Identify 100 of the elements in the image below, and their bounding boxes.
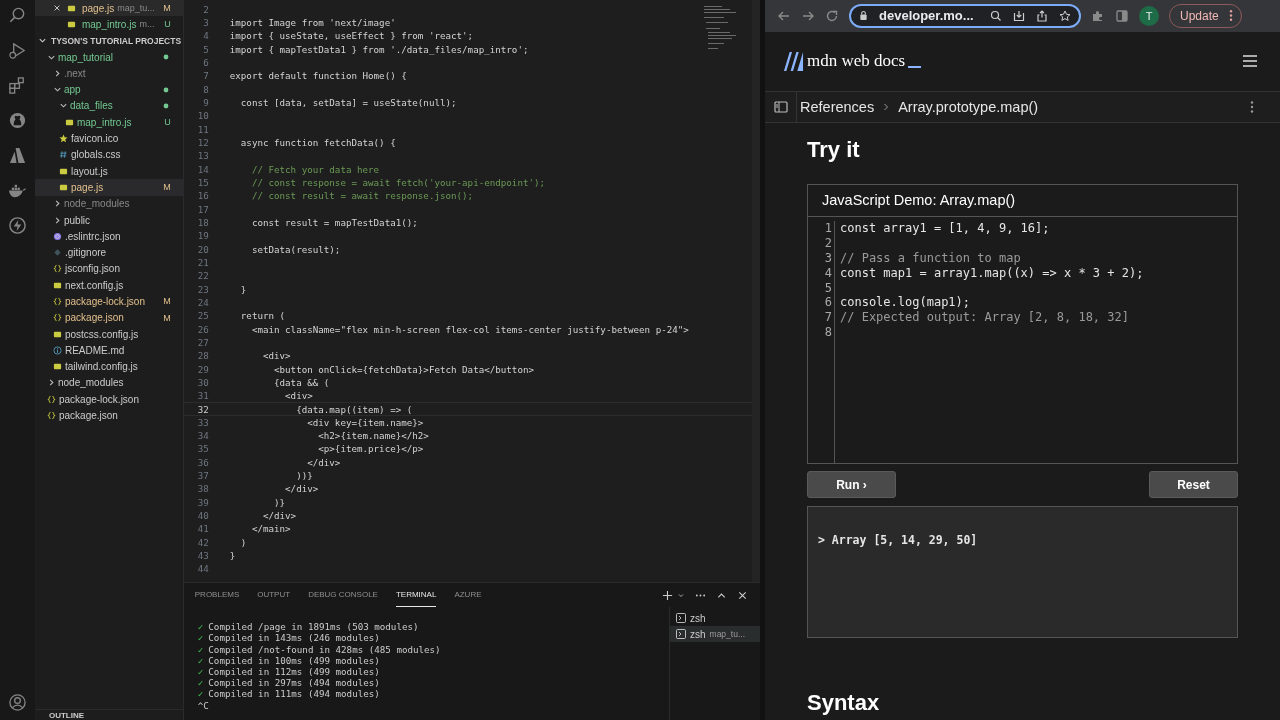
reset-button[interactable]: Reset xyxy=(1149,471,1238,498)
sidebar-toggle-icon[interactable] xyxy=(773,101,788,113)
tree-label: node_modules xyxy=(57,377,124,389)
terminal-item[interactable]: zsh xyxy=(670,610,760,627)
side-panel-icon[interactable] xyxy=(1115,8,1129,23)
tree-item[interactable]: favicon.ico xyxy=(34,130,183,147)
line-number: 10 xyxy=(196,110,209,122)
install-icon[interactable] xyxy=(1013,9,1025,22)
panel-tab[interactable]: TERMINAL xyxy=(395,583,437,608)
reload-icon[interactable] xyxy=(825,8,839,23)
terminal-icon xyxy=(676,613,686,624)
tree-label: jsconfig.json xyxy=(64,263,120,275)
tree-item[interactable]: data_files xyxy=(34,97,183,115)
terminal-icon xyxy=(676,629,686,640)
line-number: 4 xyxy=(824,265,832,281)
account-icon[interactable] xyxy=(7,693,27,712)
tree-item[interactable]: .eslintrc.json xyxy=(34,228,183,245)
breadcrumb-link[interactable]: Array.prototype.map() xyxy=(898,99,1039,115)
section-header[interactable]: OUTLINE xyxy=(34,709,183,720)
line-number: 7 xyxy=(202,70,209,82)
panel-tab[interactable]: PROBLEMS xyxy=(194,583,240,608)
lightning-icon[interactable] xyxy=(7,216,27,235)
extensions-icon[interactable] xyxy=(7,76,27,95)
code-line: import { mapTestData1 } from './data_files/map_intro'; xyxy=(229,43,529,55)
more-icon[interactable] xyxy=(1228,9,1233,23)
braces-icon xyxy=(46,411,56,421)
profile-avatar[interactable]: T xyxy=(1139,5,1159,26)
close-icon[interactable] xyxy=(737,589,748,601)
tree-item[interactable]: .next xyxy=(34,65,183,82)
check-mark: ✓ xyxy=(197,677,204,689)
tree-item[interactable]: page.js M xyxy=(34,179,183,196)
open-editor-item[interactable]: page.js map_tu... M xyxy=(34,0,183,17)
code-line: </div> xyxy=(306,456,341,468)
tree-item[interactable]: .gitignore xyxy=(34,244,183,261)
line-number: 31 xyxy=(196,390,209,402)
run-debug-icon[interactable] xyxy=(7,41,27,60)
tree-item[interactable]: public xyxy=(34,211,183,229)
breadcrumb-link[interactable]: References xyxy=(800,99,875,115)
address-bar[interactable]: developer.mo... xyxy=(849,3,1081,28)
panel-tab[interactable]: AZURE xyxy=(454,583,482,608)
hash-icon xyxy=(58,150,68,160)
section-header[interactable]: TYSON'S TUTORIAL PROJECTS xyxy=(34,32,183,49)
tree-label: map_intro.js xyxy=(76,116,132,128)
line-number: 42 xyxy=(196,536,209,548)
puzzle-icon[interactable] xyxy=(1091,8,1105,23)
terminal-item[interactable]: zsh map_tu... xyxy=(670,626,760,643)
line-number: 20 xyxy=(196,243,209,255)
menu-icon[interactable] xyxy=(1242,54,1258,69)
terminal-line: Compiled in 100ms (499 modules) xyxy=(208,654,380,666)
file-path: map_tu... xyxy=(117,3,156,14)
panel-tab[interactable]: DEBUG CONSOLE xyxy=(308,583,378,608)
tree-item[interactable]: package.json xyxy=(34,407,183,424)
tree-item[interactable]: package-lock.json M xyxy=(34,293,183,310)
check-mark: ✓ xyxy=(197,688,204,700)
tree-item[interactable]: map_intro.js U xyxy=(34,114,183,131)
run-button[interactable]: Run › xyxy=(807,471,896,498)
code-line: // const result = await response.json(); xyxy=(250,190,474,202)
status-dot xyxy=(162,102,169,109)
tree-item[interactable]: postcss.config.js xyxy=(34,325,183,343)
line-number: 37 xyxy=(196,470,209,482)
tree-item[interactable]: layout.js xyxy=(34,162,183,180)
tree-item[interactable]: globals.css xyxy=(34,146,183,163)
tree-item[interactable]: node_modules xyxy=(34,195,183,212)
line-number: 24 xyxy=(196,296,209,308)
tree-item[interactable]: package.json M xyxy=(34,309,183,326)
tree-item[interactable]: next.config.js xyxy=(34,277,183,294)
check-mark: ✓ xyxy=(197,643,204,655)
site-logo[interactable]: mdn web docs xyxy=(807,51,906,72)
code-line: <main className="flex min-h-screen flex-col items-center justify-between p-24"> xyxy=(250,323,689,335)
plus-icon[interactable] xyxy=(662,589,673,601)
tree-item[interactable]: README.md xyxy=(34,342,183,359)
code-line: const array1 = [1, 4, 9, 16]; xyxy=(840,221,1050,235)
panel-tab[interactable]: OUTPUT xyxy=(257,583,291,608)
terminal-line: Compiled in 112ms (499 modules) xyxy=(208,666,380,678)
line-number: 16 xyxy=(196,190,209,202)
star-icon xyxy=(58,134,68,143)
code-line: </div> xyxy=(284,483,319,495)
terminal-line: Compiled in 111ms (494 modules) xyxy=(208,688,380,700)
js-file-icon xyxy=(52,329,62,339)
open-editor-item[interactable]: map_intro.js m... U xyxy=(34,16,183,33)
tree-item[interactable]: map_tutorial xyxy=(34,48,183,66)
search-icon[interactable] xyxy=(7,6,27,25)
code-line: <h2>{item.name}</h2> xyxy=(317,430,429,442)
tree-label: package.json xyxy=(64,312,124,324)
more-icon[interactable] xyxy=(1250,100,1254,114)
tree-item[interactable]: node_modules xyxy=(34,374,183,392)
tree-item[interactable]: app xyxy=(34,81,183,98)
js-file-icon xyxy=(64,117,74,127)
tree-item[interactable]: jsconfig.json xyxy=(34,260,183,278)
search-icon[interactable] xyxy=(990,9,1002,22)
share-icon[interactable] xyxy=(1036,9,1048,22)
tree-item[interactable]: package-lock.json xyxy=(34,391,183,408)
tree-item[interactable]: tailwind.config.js xyxy=(34,358,183,375)
star-icon[interactable] xyxy=(1059,9,1071,22)
logo-icon[interactable] xyxy=(783,50,804,72)
close-icon[interactable] xyxy=(52,4,61,13)
azure-icon[interactable] xyxy=(7,146,27,165)
line-number: 13 xyxy=(196,150,209,162)
scrollbar[interactable] xyxy=(752,0,760,583)
line-number: 6 xyxy=(202,56,209,68)
